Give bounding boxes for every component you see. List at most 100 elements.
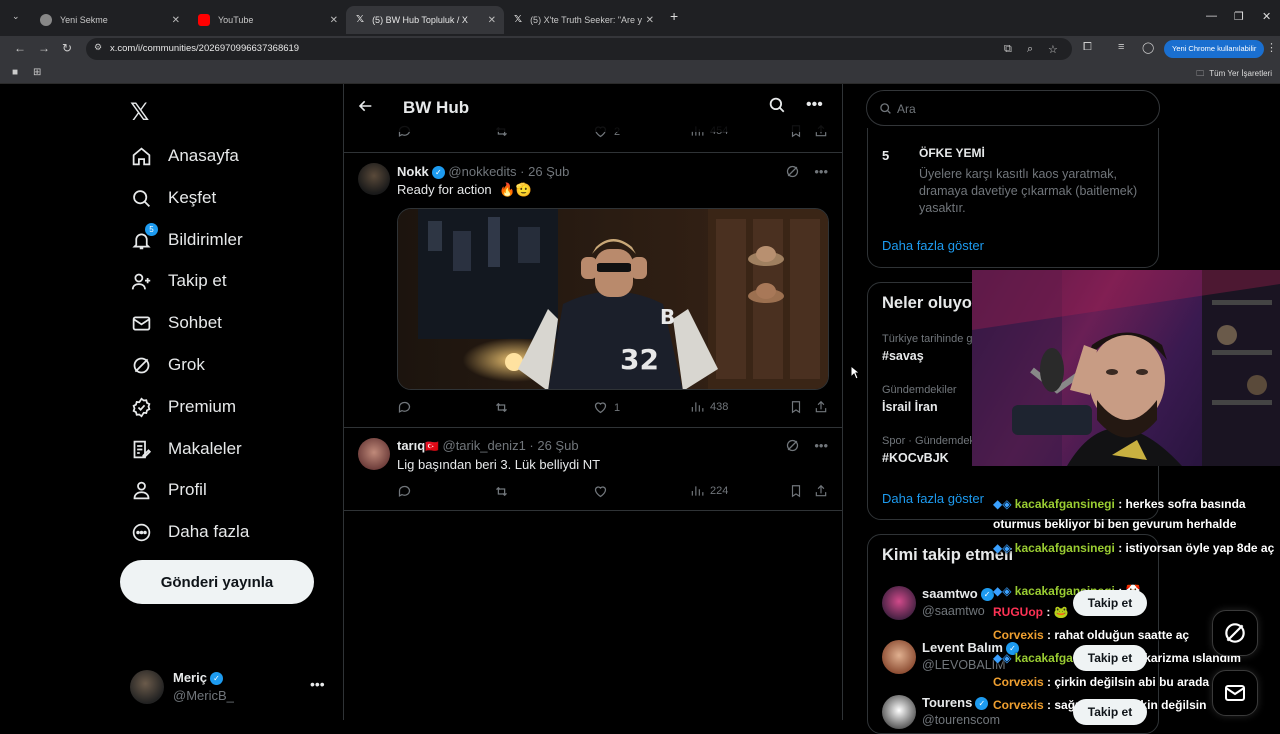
bell-icon: 5 bbox=[130, 223, 158, 251]
follow-button[interactable]: Takip et bbox=[1073, 699, 1147, 725]
reply-button[interactable] bbox=[397, 400, 418, 415]
like-button[interactable] bbox=[593, 484, 614, 499]
chat-emote-icon: 🐸 bbox=[1053, 605, 1069, 619]
x-logo-icon[interactable]: 𝕏 bbox=[130, 98, 149, 126]
avatar[interactable] bbox=[358, 438, 390, 470]
share-icon[interactable] bbox=[814, 400, 834, 414]
new-chrome-available-button[interactable]: Yeni Chrome kullanılabilir bbox=[1164, 40, 1265, 58]
media-icon[interactable]: ≡ bbox=[1118, 41, 1124, 53]
like-button[interactable]: 1 bbox=[593, 400, 620, 415]
grok-icon[interactable] bbox=[785, 164, 800, 182]
sidebar-item-follow[interactable]: Takip et bbox=[130, 266, 227, 296]
verified-badge-icon: ✓ bbox=[980, 588, 994, 602]
video-frame: 32 B bbox=[398, 209, 828, 389]
post-button[interactable]: Gönderi yayınla bbox=[120, 560, 314, 604]
rule-number: 5 bbox=[882, 148, 890, 163]
article-icon bbox=[130, 438, 152, 460]
page-title: BW Hub bbox=[403, 98, 470, 117]
reload-icon[interactable]: ↻ bbox=[62, 41, 72, 55]
search-input[interactable]: Ara bbox=[866, 90, 1160, 126]
show-more-link[interactable]: Daha fazla göster bbox=[882, 491, 984, 506]
views-button[interactable]: 224 bbox=[690, 484, 728, 498]
tab-thumb-icon[interactable]: ■ bbox=[12, 67, 18, 78]
back-arrow-icon[interactable] bbox=[358, 98, 374, 119]
browser-toolbar: ← → ↻ ⚙ x.com/i/communities/202697099663… bbox=[0, 36, 1280, 62]
avatar[interactable] bbox=[882, 640, 916, 674]
avatar[interactable] bbox=[358, 163, 390, 195]
sidebar-item-home[interactable]: Anasayfa bbox=[130, 141, 239, 171]
tweet-video[interactable]: 32 B bbox=[397, 208, 829, 390]
bookmark-icon[interactable] bbox=[789, 400, 809, 414]
more-dots-icon[interactable]: ••• bbox=[814, 438, 828, 456]
tab-search-icon[interactable]: ⌄ bbox=[12, 11, 20, 22]
avatar[interactable] bbox=[882, 586, 916, 620]
sidebar-item-grok[interactable]: Grok bbox=[130, 350, 205, 380]
messages-floating-button[interactable] bbox=[1212, 670, 1258, 716]
bookmark-star-icon[interactable]: ☆ bbox=[1048, 43, 1058, 56]
views-button[interactable]: 438 bbox=[690, 400, 728, 414]
forward-icon[interactable]: → bbox=[38, 41, 50, 55]
sidebar-item-chat[interactable]: Sohbet bbox=[130, 308, 222, 338]
site-info-icon[interactable]: ⚙ bbox=[94, 42, 102, 53]
account-switcher[interactable]: Meriç ✓ @MericB_ ••• bbox=[130, 670, 330, 706]
tab-youtube[interactable]: YouTube ✕ bbox=[188, 6, 346, 34]
reply-button[interactable] bbox=[397, 484, 418, 499]
sidebar-item-more[interactable]: Daha fazla bbox=[130, 517, 249, 547]
page-header: BW Hub ••• bbox=[344, 84, 842, 132]
avatar[interactable] bbox=[882, 695, 916, 729]
more-dots-icon[interactable]: ••• bbox=[814, 164, 828, 182]
sidebar-item-profile[interactable]: Profil bbox=[130, 475, 207, 505]
grok-icon[interactable] bbox=[785, 438, 800, 456]
tweet[interactable]: tarıq🇹🇷 @tarik_deniz1 · 26 Şub ••• Lig b… bbox=[344, 428, 842, 510]
card-title: Neler oluyo bbox=[882, 294, 972, 312]
search-icon[interactable] bbox=[768, 96, 786, 119]
tab-bw-hub[interactable]: 𝕏 (5) BW Hub Topluluk / X ✕ bbox=[346, 6, 504, 34]
grok-icon bbox=[130, 354, 152, 376]
extensions-icon[interactable]: ⧠ bbox=[1083, 41, 1092, 54]
x-app: 𝕏 Anasayfa Keşfet 5 Bildirimler Takip et… bbox=[0, 84, 1280, 734]
chat-badge-icon: ◆◈ bbox=[993, 497, 1015, 511]
chat-badge-icon: ◆◈ bbox=[993, 584, 1015, 598]
window-close-icon[interactable]: ✕ bbox=[1262, 10, 1271, 23]
more-dots-icon[interactable]: ••• bbox=[806, 96, 823, 114]
close-tab-icon[interactable]: ✕ bbox=[646, 15, 654, 26]
rule-body: Üyelere karşı kasıtlı kaos yaratmak, dra… bbox=[919, 167, 1138, 215]
maximize-icon[interactable]: ❐ bbox=[1234, 10, 1244, 23]
tab-truth-seeker[interactable]: 𝕏 (5) X'te Truth Seeker: "Are you ✕ bbox=[504, 6, 662, 34]
follow-button[interactable]: Takip et bbox=[1073, 645, 1147, 671]
grok-floating-button[interactable] bbox=[1212, 610, 1258, 656]
install-app-icon[interactable]: ⧉ bbox=[1004, 43, 1012, 56]
close-tab-icon[interactable]: ✕ bbox=[172, 15, 180, 26]
minimize-icon[interactable]: — bbox=[1206, 10, 1217, 22]
bookmark-icon[interactable] bbox=[789, 484, 809, 498]
verified-badge-icon: ✓ bbox=[431, 166, 445, 180]
apps-grid-icon[interactable]: ⊞ bbox=[33, 67, 41, 78]
sidebar-item-articles[interactable]: Makaleler bbox=[130, 434, 242, 464]
more-dots-icon[interactable]: ••• bbox=[310, 676, 325, 692]
repost-button[interactable] bbox=[494, 400, 515, 415]
sidebar-item-notifications[interactable]: 5 Bildirimler bbox=[130, 223, 243, 255]
address-bar[interactable]: ⚙ x.com/i/communities/202697099663736861… bbox=[86, 38, 1072, 60]
webcam-overlay bbox=[972, 270, 1280, 466]
tab-new-tab[interactable]: Yeni Sekme ✕ bbox=[30, 6, 188, 34]
share-icon[interactable] bbox=[814, 484, 834, 498]
tweet[interactable]: Nokk ✓ @nokkedits · 26 Şub ••• Ready for … bbox=[344, 153, 842, 427]
community-rules-card: 5 ÖFKE YEMİ Üyelere karşı kasıtlı kaos y… bbox=[867, 128, 1159, 268]
close-tab-icon[interactable]: ✕ bbox=[330, 15, 338, 26]
profile-icon[interactable]: ◯ bbox=[1142, 41, 1154, 54]
avatar bbox=[130, 670, 164, 704]
new-tab-plus-icon[interactable]: + bbox=[670, 8, 678, 24]
repost-button[interactable] bbox=[494, 484, 515, 499]
back-icon[interactable]: ← bbox=[14, 41, 26, 55]
follow-button[interactable]: Takip et bbox=[1073, 590, 1147, 616]
more-circle-icon bbox=[130, 521, 152, 543]
sidebar-item-explore[interactable]: Keşfet bbox=[130, 183, 216, 213]
close-tab-icon[interactable]: ✕ bbox=[488, 15, 496, 26]
show-more-link[interactable]: Daha fazla göster bbox=[882, 238, 984, 253]
chrome-menu-icon[interactable]: ⋮ bbox=[1266, 41, 1277, 54]
chrome-icon bbox=[40, 14, 52, 26]
chat-message: ◆◈ kacakafgansinegi : istiyorsan öyle ya… bbox=[993, 541, 1275, 555]
all-bookmarks-link[interactable]: 🗀 Tüm Yer İşaretleri bbox=[1196, 68, 1272, 82]
zoom-icon[interactable]: ⌕ bbox=[1027, 43, 1033, 56]
sidebar-item-premium[interactable]: Premium bbox=[130, 392, 236, 422]
